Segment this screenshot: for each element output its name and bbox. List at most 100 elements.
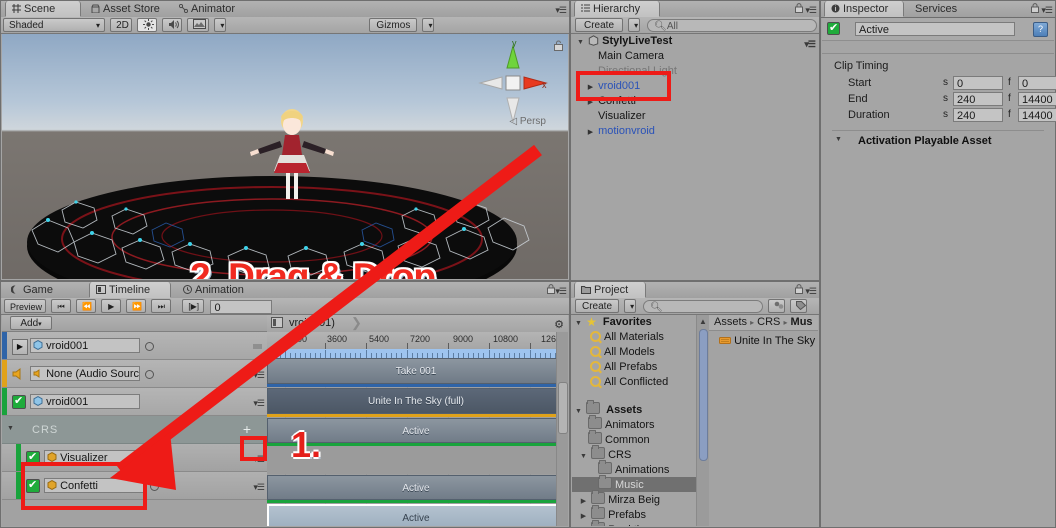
project-search-input[interactable]: 🔍︎ xyxy=(643,300,764,313)
audio-icon[interactable] xyxy=(162,18,183,32)
project-item-common[interactable]: Common xyxy=(572,430,696,447)
track-mute-icon[interactable] xyxy=(253,344,262,349)
project-create-caret[interactable]: ▾ xyxy=(624,299,637,313)
hierarchy-search-input[interactable]: 🔍︎All xyxy=(647,19,818,32)
go-to-end-button[interactable]: ⏭ xyxy=(151,299,172,313)
chevron-down-icon[interactable]: ▼ xyxy=(834,136,843,143)
project-tree[interactable]: ▼ ★ Favorites All Materials All Models A… xyxy=(572,315,696,526)
effects-dropdown[interactable]: ▾ xyxy=(214,18,227,32)
gear-icon[interactable]: ⚙ xyxy=(554,318,564,331)
timeline-track-header-audio[interactable]: None (Audio Sourc ▾☰ xyxy=(2,360,267,388)
scene-lock-icon[interactable] xyxy=(554,40,563,54)
preview-button[interactable]: Preview xyxy=(4,299,46,313)
end-seconds-field[interactable]: 240 xyxy=(953,92,1003,106)
end-frames-field[interactable]: 14400 xyxy=(1018,92,1056,106)
project-item-crs[interactable]: ▼ CRS xyxy=(572,445,696,464)
tab-hierarchy[interactable]: Hierarchy xyxy=(574,1,660,17)
track-menu-icon[interactable]: ▾☰ xyxy=(253,482,265,493)
duration-frames-field[interactable]: 14400 xyxy=(1018,108,1056,122)
project-item-all-prefabs[interactable]: All Prefabs xyxy=(572,360,696,375)
effects-icon[interactable] xyxy=(187,18,210,32)
project-item-animations[interactable]: Animations xyxy=(572,460,696,477)
track-active-checkbox[interactable] xyxy=(12,394,26,409)
timeline-track-group-crs[interactable]: ▼ CRS + xyxy=(2,416,267,444)
scene-view-gizmo[interactable]: y x xyxy=(478,38,550,128)
play-button[interactable]: ▶ xyxy=(101,299,122,313)
go-to-start-button[interactable]: ⏮ xyxy=(51,299,72,313)
add-track-button[interactable]: Add▾ xyxy=(10,316,52,330)
project-lock-icon[interactable] xyxy=(795,284,803,294)
hierarchy-create-button[interactable]: Create xyxy=(575,18,623,32)
start-seconds-field[interactable]: 0 xyxy=(953,76,1003,90)
help-icon[interactable]: ? xyxy=(1033,22,1048,37)
timeline-menu-icon[interactable]: ▾☰ xyxy=(555,286,567,297)
tab-services[interactable]: Services xyxy=(909,1,965,17)
gizmos-caret[interactable]: ▾ xyxy=(422,18,435,32)
scrollbar-thumb[interactable] xyxy=(558,382,568,434)
scroll-up-icon[interactable]: ▲ xyxy=(699,317,707,326)
project-asset-item[interactable]: Unite In The Sky xyxy=(709,333,818,349)
project-item-favorites[interactable]: ▼ ★ Favorites xyxy=(572,315,696,330)
hierarchy-item-scene[interactable]: ▼ StylyLiveTest ▾☰ xyxy=(572,34,818,49)
hierarchy-lock-icon[interactable] xyxy=(795,3,803,13)
project-create-button[interactable]: Create xyxy=(575,299,619,313)
tab-timeline[interactable]: Timeline xyxy=(89,282,171,298)
lighting-icon[interactable] xyxy=(137,18,158,32)
project-splitter[interactable]: ▲ xyxy=(696,315,710,526)
project-item-all-materials[interactable]: All Materials xyxy=(572,330,696,345)
tab-project[interactable]: Project xyxy=(574,282,646,298)
breadcrumb-crs[interactable]: CRS xyxy=(757,316,780,328)
chevron-down-icon[interactable]: ▼ xyxy=(576,35,585,50)
chevron-down-icon[interactable]: ▼ xyxy=(574,404,583,419)
previous-frame-button[interactable]: ⏪ xyxy=(76,299,97,313)
next-frame-button[interactable]: ⏩ xyxy=(126,299,147,313)
timeline-track-header-vroid001-activation[interactable]: vroid001 ▾☰ xyxy=(2,388,267,416)
track-play-toggle[interactable]: ▶ xyxy=(12,339,28,355)
active-checkbox[interactable] xyxy=(827,21,840,35)
hierarchy-create-caret[interactable]: ▾ xyxy=(628,18,641,32)
track-record-icon[interactable] xyxy=(145,342,154,351)
timeline-clip-area[interactable]: vroid001) ❯ ⚙ 1800 3600 5400 7200 9000 1… xyxy=(267,315,568,526)
track-record-icon[interactable] xyxy=(150,482,159,491)
timeline-track-header-vroid001-animation[interactable]: ▶ vroid001 xyxy=(2,332,267,360)
scene-context-menu-icon[interactable]: ▾☰ xyxy=(804,37,816,52)
project-menu-icon[interactable]: ▾☰ xyxy=(805,286,817,297)
timeline-ruler[interactable]: 1800 3600 5400 7200 9000 10800 126 xyxy=(267,332,568,349)
chevron-right-icon[interactable]: ▶ xyxy=(579,524,588,526)
inspector-lock-icon[interactable] xyxy=(1031,3,1039,13)
filter-label-icon[interactable] xyxy=(790,299,808,313)
chevron-right-icon[interactable]: ▶ xyxy=(586,125,595,140)
hierarchy-item-motionvroid[interactable]: ▶ motionvroid xyxy=(572,124,818,139)
timeline-clip-active-visualizer[interactable]: Active xyxy=(267,475,565,500)
timeline-vertical-scrollbar[interactable] xyxy=(556,332,568,526)
breadcrumb-music[interactable]: Mus xyxy=(791,316,813,328)
play-range-button[interactable]: [▶] xyxy=(182,299,205,313)
project-item-all-models[interactable]: All Models xyxy=(572,345,696,360)
speaker-icon[interactable] xyxy=(12,368,26,383)
track-object-field[interactable]: vroid001 xyxy=(30,394,140,409)
tab-animation[interactable]: Animation xyxy=(177,282,252,298)
playable-asset-header[interactable]: ▼ Activation Playable Asset xyxy=(822,131,1054,153)
current-frame-field[interactable]: 0 xyxy=(210,300,273,314)
scene-viewport[interactable]: y x ◁ Persp 2. Drag & Drop xyxy=(2,34,568,279)
track-object-field[interactable]: None (Audio Sourc xyxy=(30,366,140,381)
tab-game[interactable]: Game xyxy=(5,282,61,298)
hierarchy-item-main-camera[interactable]: Main Camera xyxy=(572,49,818,64)
project-item-music[interactable]: Music xyxy=(572,475,696,492)
track-record-icon[interactable] xyxy=(145,370,154,379)
project-item-mirza-beig[interactable]: ▶ Mirza Beig xyxy=(572,490,696,507)
project-item-all-conflicted[interactable]: All Conflicted xyxy=(572,375,696,390)
project-content[interactable]: Assets ▸ CRS ▸ Mus Unite In The Sky xyxy=(709,315,818,526)
clip-name-field[interactable]: Active xyxy=(855,22,1015,36)
project-tree-scrollbar[interactable] xyxy=(699,329,708,461)
timeline-clip-take001[interactable]: Take 001 xyxy=(267,358,565,384)
track-object-field[interactable]: vroid001 xyxy=(30,338,140,353)
filter-type-icon[interactable] xyxy=(768,299,786,313)
chevron-down-icon[interactable]: ▼ xyxy=(579,449,588,464)
shading-mode-dropdown[interactable]: Shaded ▾ xyxy=(3,18,105,32)
timeline-lock-icon[interactable] xyxy=(547,284,555,294)
tab-scene[interactable]: Scene xyxy=(5,1,81,17)
scene-panel-menu-icon[interactable]: ▾☰ xyxy=(555,5,567,16)
project-item-prefabs[interactable]: ▶ Prefabs xyxy=(572,505,696,522)
inspector-menu-icon[interactable]: ▾☰ xyxy=(1041,5,1053,16)
